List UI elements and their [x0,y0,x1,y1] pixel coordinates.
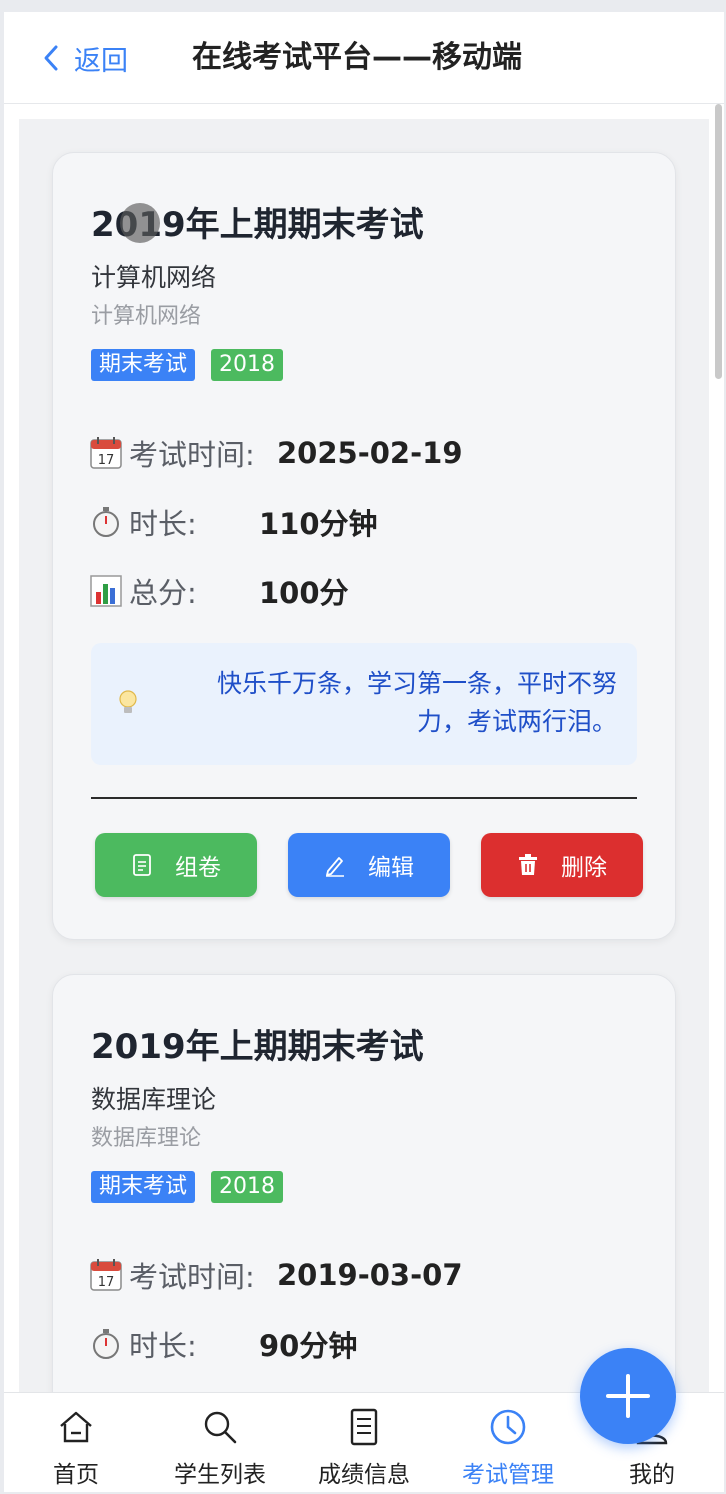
exam-tags: 期末考试 2018 [91,349,284,381]
exam-duration-value: 110分钟 [259,507,378,541]
tag-year: 2018 [211,349,284,381]
tab-label: 成绩信息 [318,1462,410,1488]
exam-time-row: 17 考试时间: 2025-02-19 [89,433,463,473]
exam-course: 计算机网络 [91,263,217,292]
page-title: 在线考试平台——移动端 [192,40,522,75]
edit-label: 编辑 [368,855,414,881]
stopwatch-icon [89,1327,123,1361]
tag-year: 2018 [211,1171,284,1203]
svg-text:17: 17 [98,453,115,468]
tab-grades[interactable]: 成绩信息 [292,1393,436,1492]
exam-score-row: 总分: 100分 [89,571,349,611]
trash-icon [519,854,537,875]
tab-exam-management[interactable]: 考试管理 [436,1393,580,1492]
clock-icon [490,1409,526,1445]
nav-header: 返回 在线考试平台——移动端 [4,12,724,104]
bar-chart-icon [89,574,123,608]
chevron-left-icon [44,45,58,71]
edit-button[interactable]: 编辑 [288,833,450,897]
document-icon [350,1408,378,1446]
compose-paper-button[interactable]: 组卷 [95,833,257,897]
document-icon [133,854,151,876]
delete-label: 删除 [561,855,607,881]
exam-card: 2019年上期期末考试 计算机网络 计算机网络 期末考试 2018 17 考试时… [52,152,676,940]
calendar-icon: 17 [89,1258,123,1292]
add-exam-button[interactable] [580,1348,676,1444]
exam-time-value: 2025-02-19 [277,436,463,470]
exam-list[interactable]: 2019年上期期末考试 计算机网络 计算机网络 期末考试 2018 17 考试时… [19,119,709,1399]
home-icon [60,1411,92,1443]
touch-indicator [120,203,160,243]
exam-score-label: 总分: [129,576,197,610]
tab-student-list[interactable]: 学生列表 [148,1393,292,1492]
delete-button[interactable]: 删除 [481,833,643,897]
motivational-quote: 快乐千万条，学习第一条，平时不努力，考试两行泪。 [91,643,637,765]
quote-text: 快乐千万条，学习第一条，平时不努力，考试两行泪。 [216,669,617,736]
exam-score-value: 100分 [259,576,349,610]
exam-time-label: 考试时间: [129,438,255,472]
back-label: 返回 [74,45,128,77]
tab-label: 考试管理 [462,1462,554,1488]
calendar-icon: 17 [89,436,123,470]
exam-duration-value: 90分钟 [259,1329,358,1363]
tab-label: 学生列表 [174,1462,266,1488]
exam-course: 数据库理论 [91,1085,217,1114]
exam-course-subtitle: 数据库理论 [91,1126,202,1151]
exam-card: 2019年上期期末考试 数据库理论 数据库理论 期末考试 2018 17 考试时… [52,974,676,1399]
pencil-icon [326,857,344,877]
exam-duration-label: 时长: [129,1329,197,1363]
tag-exam-type: 期末考试 [91,1171,196,1203]
back-button[interactable]: 返回 [42,38,128,78]
exam-time-row: 17 考试时间: 2019-03-07 [89,1255,463,1295]
exam-title: 2019年上期期末考试 [91,1027,424,1067]
tag-exam-type: 期末考试 [91,349,196,381]
svg-text:17: 17 [98,1275,115,1290]
exam-duration-row: 时长: 90分钟 [89,1324,357,1364]
card-divider [91,797,637,799]
lightbulb-icon [119,690,137,713]
exam-time-value: 2019-03-07 [277,1258,463,1292]
app-frame: 返回 在线考试平台——移动端 2019年上期期末考试 计算机网络 计算机网络 期… [4,12,724,1492]
exam-duration-row: 时长: 110分钟 [89,502,378,542]
tab-label: 首页 [53,1462,99,1488]
compose-label: 组卷 [175,855,221,881]
scrollbar-thumb[interactable] [715,104,722,379]
stopwatch-icon [89,505,123,539]
search-icon [204,1411,237,1444]
exam-time-label: 考试时间: [129,1260,255,1294]
exam-course-subtitle: 计算机网络 [91,304,202,329]
tab-home[interactable]: 首页 [4,1393,148,1492]
exam-duration-label: 时长: [129,507,197,541]
plus-icon [606,1374,650,1418]
exam-tags: 期末考试 2018 [91,1171,284,1203]
tab-label: 我的 [629,1462,675,1488]
status-strip [0,0,726,12]
